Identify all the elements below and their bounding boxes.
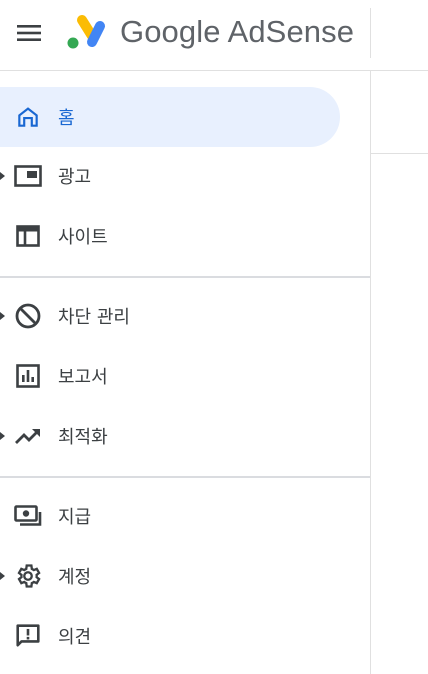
expand-caret-icon: [0, 172, 5, 180]
sidebar-item-blocking-controls[interactable]: 차단 관리: [0, 286, 340, 346]
sidebar-item-optimization[interactable]: 최적화: [0, 406, 340, 466]
sidebar-item-label: 의견: [58, 627, 92, 648]
sidebar-item-reports[interactable]: 보고서: [0, 346, 340, 406]
sidebar-item-label: 최적화: [58, 427, 108, 448]
gear-icon: [14, 562, 42, 590]
adsense-logo[interactable]: Google AdSense: [66, 10, 354, 54]
payments-icon: [14, 502, 42, 530]
adsense-logo-mark: [67, 15, 105, 49]
sidebar-item-label: 계정: [58, 567, 92, 588]
expand-caret-icon: [0, 312, 5, 320]
sidebar-item-feedback[interactable]: 의견: [0, 606, 340, 666]
expand-caret-icon: [0, 432, 5, 440]
content-divider: [371, 153, 428, 154]
top-app-bar: Google AdSense: [0, 0, 428, 71]
sidebar-item-label: 홈: [58, 108, 75, 129]
sidebar-item-ads[interactable]: 광고: [0, 146, 340, 206]
sidebar-item-payments[interactable]: 지급: [0, 486, 340, 546]
sidebar-item-label: 차단 관리: [58, 307, 130, 328]
sidebar: 홈 광고 사이트 차단 관리 보고서 최적화 지급 계정 의견: [0, 71, 371, 674]
block-icon: [14, 302, 42, 330]
sidebar-item-account[interactable]: 계정: [0, 546, 340, 606]
ads-icon: [14, 162, 42, 190]
expand-caret-icon: [0, 572, 5, 580]
nav-divider: [0, 476, 370, 478]
sidebar-item-label: 광고: [58, 167, 92, 188]
home-icon: [14, 103, 42, 131]
trending-up-icon: [14, 422, 42, 450]
header-divider: [370, 8, 371, 58]
feedback-icon: [14, 622, 42, 650]
brand-name: Google AdSense: [120, 14, 355, 49]
menu-icon[interactable]: [12, 16, 46, 50]
sites-icon: [14, 222, 42, 250]
sidebar-item-sites[interactable]: 사이트: [0, 206, 340, 266]
sidebar-item-label: 보고서: [58, 367, 108, 388]
sidebar-item-home[interactable]: 홈: [0, 87, 340, 147]
sidebar-item-label: 사이트: [58, 227, 108, 248]
reports-icon: [14, 362, 42, 390]
nav-divider: [0, 276, 370, 278]
sidebar-item-label: 지급: [58, 507, 92, 528]
